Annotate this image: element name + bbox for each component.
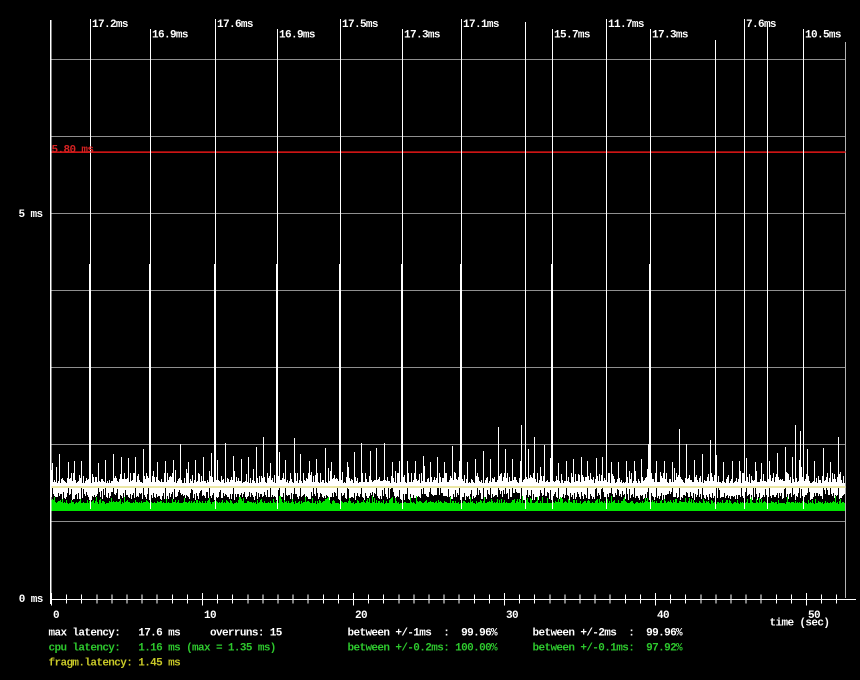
svg-text:between +/-0.1ms: 97.92%: between +/-0.1ms: 97.92%	[533, 643, 684, 655]
svg-text:max latency: 17.6 ms ove: max latency: 17.6 ms overruns: 15	[49, 628, 283, 640]
svg-text:fragm.latency: 1.45 ms: fragm.latency: 1.45 ms	[49, 658, 181, 670]
svg-text:17.3ms: 17.3ms	[652, 29, 688, 41]
svg-text:30: 30	[506, 610, 518, 622]
svg-text:cpu latency: 1.16 ms (max =: cpu latency: 1.16 ms (max = 1.35 ms)	[49, 643, 276, 655]
svg-text:17.6ms: 17.6ms	[217, 19, 253, 31]
svg-text:20: 20	[355, 610, 367, 622]
svg-text:between +/-1ms : 99.96%: between +/-1ms : 99.96%	[348, 628, 499, 640]
svg-text:15.7ms: 15.7ms	[554, 29, 590, 41]
svg-text:17.5ms: 17.5ms	[342, 19, 378, 31]
svg-text:5 ms: 5 ms	[19, 209, 43, 221]
svg-text:17.3ms: 17.3ms	[404, 29, 440, 41]
svg-text:16.9ms: 16.9ms	[152, 29, 188, 41]
svg-text:between +/-0.2ms: 100.00%: between +/-0.2ms: 100.00%	[348, 643, 499, 655]
svg-text:10: 10	[204, 610, 216, 622]
svg-text:time (sec): time (sec)	[770, 618, 830, 630]
svg-text:0: 0	[53, 610, 59, 622]
svg-text:17.1ms: 17.1ms	[463, 19, 499, 31]
svg-text:between +/-2ms : 99.96%: between +/-2ms : 99.96%	[533, 628, 684, 640]
svg-text:17.2ms: 17.2ms	[92, 19, 128, 31]
svg-text:5.80 ms: 5.80 ms	[52, 144, 94, 156]
svg-text:0 ms: 0 ms	[19, 594, 43, 606]
svg-text:10.5ms: 10.5ms	[805, 29, 841, 41]
svg-text:11.7ms: 11.7ms	[608, 19, 644, 31]
svg-text:16.9ms: 16.9ms	[279, 29, 315, 41]
svg-text:40: 40	[657, 610, 669, 622]
svg-text:7.6ms: 7.6ms	[746, 19, 776, 31]
